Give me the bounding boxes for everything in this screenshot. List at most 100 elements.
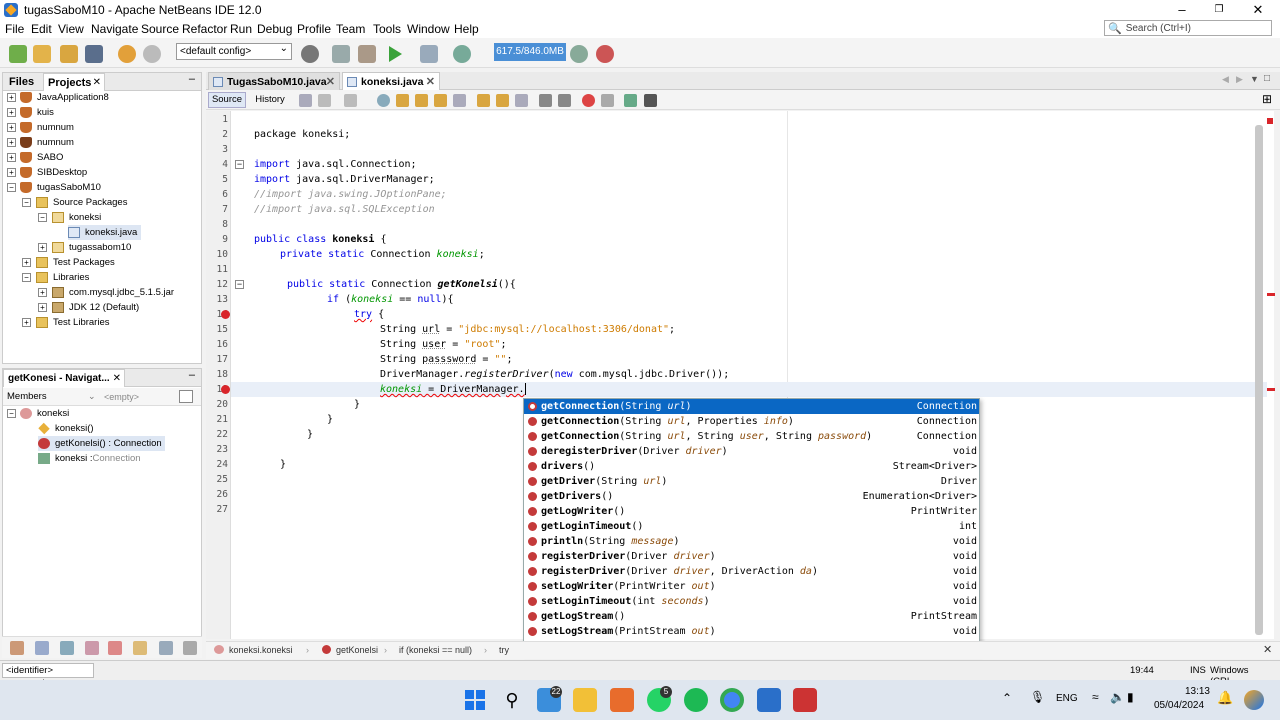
shift-left-icon[interactable] xyxy=(539,94,552,107)
new-project-icon[interactable] xyxy=(33,45,51,63)
menu-view[interactable]: View xyxy=(58,22,84,36)
uncomment-icon[interactable] xyxy=(644,94,657,107)
expand-icon[interactable]: + xyxy=(7,93,16,102)
filter-private-icon[interactable] xyxy=(85,641,99,655)
maximize-editor-icon[interactable]: □ xyxy=(1264,73,1270,84)
menu-tools[interactable]: Tools xyxy=(373,22,401,36)
run-icon[interactable] xyxy=(389,46,402,62)
netbeans-icon[interactable] xyxy=(757,688,781,712)
completion-item[interactable]: setLoginTimeout(int seconds) void xyxy=(524,594,979,609)
microphone-icon[interactable]: 🎙 xyxy=(1030,690,1045,704)
navigator-item-field[interactable]: koneksi : Connection xyxy=(38,451,141,466)
completion-item[interactable]: getLoginTimeout() int xyxy=(524,519,979,534)
menu-edit[interactable]: Edit xyxy=(31,22,52,36)
clean-build-icon[interactable] xyxy=(358,45,376,63)
collapse-icon[interactable]: − xyxy=(38,213,47,222)
completion-item[interactable]: setLogStream(PrintStream out) void xyxy=(524,624,979,639)
expand-icon[interactable]: + xyxy=(7,123,16,132)
completion-item[interactable]: getConnection(String url, String user, S… xyxy=(524,429,979,444)
tab-projects[interactable]: Projects ✕ xyxy=(43,73,105,91)
editor-scrollbar[interactable] xyxy=(1255,125,1263,635)
tree-item[interactable]: Libraries xyxy=(36,270,89,285)
forward-icon[interactable] xyxy=(344,94,357,107)
find-prev-icon[interactable] xyxy=(396,94,409,107)
back-icon[interactable] xyxy=(318,94,331,107)
save-all-icon[interactable] xyxy=(85,45,103,63)
search-icon[interactable]: ⚲ xyxy=(500,688,524,712)
tree-item[interactable]: SIBDesktop xyxy=(20,165,87,180)
app-icon[interactable] xyxy=(793,688,817,712)
tree-item[interactable]: JavaApplication8 xyxy=(20,90,109,105)
tree-item-selected[interactable]: koneksi.java xyxy=(68,225,142,240)
tree-item[interactable]: numnum xyxy=(20,135,74,150)
filter-select[interactable]: <empty> xyxy=(101,390,171,404)
menu-debug[interactable]: Debug xyxy=(257,22,292,36)
filter-static-icon[interactable] xyxy=(60,641,74,655)
fold-icon[interactable]: − xyxy=(235,280,244,289)
collapse-icon[interactable]: − xyxy=(7,183,16,192)
maximize-button[interactable]: ❐ xyxy=(1199,0,1239,20)
error-stripe-mark[interactable] xyxy=(1267,388,1275,391)
completion-item[interactable]: getLogWriter() PrintWriter xyxy=(524,504,979,519)
expand-icon[interactable]: + xyxy=(38,243,47,252)
windows-start-icon[interactable] xyxy=(463,688,487,712)
volume-icon[interactable]: 🔈 xyxy=(1110,690,1125,704)
completion-item[interactable]: deregisterDriver(Driver driver) void xyxy=(524,444,979,459)
code-completion-popup[interactable]: getConnection(String url) Connection getCo… xyxy=(523,398,980,654)
filter-fields-icon[interactable] xyxy=(35,641,49,655)
error-marker-icon[interactable] xyxy=(221,310,230,319)
tree-item[interactable]: Test Packages xyxy=(36,255,115,270)
tree-item[interactable]: Source Packages xyxy=(36,195,127,210)
menu-team[interactable]: Team xyxy=(336,22,365,36)
collapse-icon[interactable]: − xyxy=(22,198,31,207)
search-input[interactable]: 🔍 Search (Ctrl+I) xyxy=(1104,20,1272,36)
close-icon[interactable]: ✕ xyxy=(326,73,335,91)
shift-right-icon[interactable] xyxy=(558,94,571,107)
completion-item[interactable]: getConnection(String url) Connection xyxy=(524,399,979,414)
memory-indicator[interactable]: 617.5/846.0MB xyxy=(494,43,566,61)
completion-item[interactable]: println(String message) void xyxy=(524,534,979,549)
minimize-button[interactable]: – xyxy=(1162,0,1202,20)
filter-inherited-icon[interactable] xyxy=(10,641,24,655)
stop-macro-icon[interactable] xyxy=(601,94,614,107)
navigator-item-method[interactable]: getKonelsi() : Connection xyxy=(38,436,165,451)
expand-icon[interactable]: + xyxy=(7,168,16,177)
fold-icon[interactable]: − xyxy=(235,160,244,169)
file-explorer-icon[interactable] xyxy=(573,688,597,712)
close-icon[interactable]: ✕ xyxy=(113,370,121,388)
build-icon[interactable] xyxy=(332,45,350,63)
tree-item[interactable]: koneksi xyxy=(52,210,101,225)
menu-source[interactable]: Source xyxy=(141,22,179,36)
menu-help[interactable]: Help xyxy=(454,22,479,36)
error-marker-icon[interactable] xyxy=(221,385,230,394)
clock-date[interactable]: 05/04/2024 xyxy=(1154,700,1204,711)
find-selection-icon[interactable] xyxy=(434,94,447,107)
config-select[interactable]: <default config> xyxy=(176,41,292,60)
error-stripe-icon[interactable] xyxy=(1267,118,1273,124)
tree-item[interactable]: JDK 12 (Default) xyxy=(52,300,139,315)
tree-item[interactable]: SABO xyxy=(20,150,63,165)
battery-icon[interactable]: ▮ xyxy=(1127,690,1134,704)
undo-icon[interactable] xyxy=(118,45,136,63)
filter-nonpublic-icon[interactable] xyxy=(108,641,122,655)
scroll-tabs-left-icon[interactable]: ◀ xyxy=(1222,74,1229,85)
history-button[interactable]: History xyxy=(250,92,290,108)
menu-refactor[interactable]: Refactor xyxy=(182,22,227,36)
find-icon[interactable] xyxy=(377,94,390,107)
close-button[interactable]: ✕ xyxy=(1238,0,1278,20)
breadcrumb-item[interactable]: koneksi.koneksi xyxy=(214,645,293,655)
language-indicator[interactable]: ENG xyxy=(1056,693,1078,704)
expand-icon[interactable]: + xyxy=(7,153,16,162)
tree-item[interactable]: tugassabom10 xyxy=(52,240,131,255)
split-editor-icon[interactable]: ⊞ xyxy=(1262,92,1272,106)
sort-alpha-icon[interactable] xyxy=(159,641,173,655)
source-button[interactable]: Source xyxy=(208,92,246,108)
menu-window[interactable]: Window xyxy=(407,22,450,36)
notification-bell-icon[interactable]: 🔔 xyxy=(1217,690,1233,706)
expand-icon[interactable]: + xyxy=(38,303,47,312)
new-file-icon[interactable] xyxy=(9,45,27,63)
menu-navigate[interactable]: Navigate xyxy=(91,22,138,36)
expand-icon[interactable]: + xyxy=(22,258,31,267)
copilot-icon[interactable] xyxy=(1244,690,1264,710)
next-bookmark-icon[interactable] xyxy=(496,94,509,107)
